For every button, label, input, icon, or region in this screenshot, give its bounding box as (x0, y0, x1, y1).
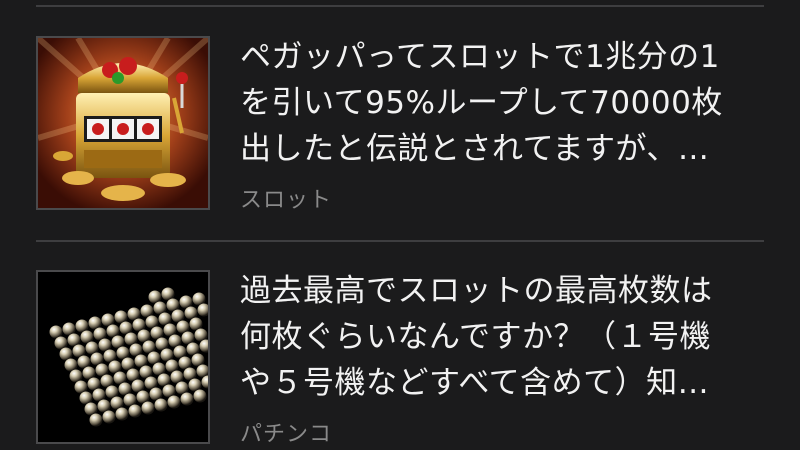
pachinko-ball (154, 398, 168, 412)
pachinko-ball (128, 404, 142, 418)
title-line: や５号機などすべて含めて）知… (240, 365, 710, 401)
title-line: ペガッパってスロットで1兆分の1 (240, 39, 720, 75)
pachinko-ball (141, 401, 155, 415)
title-line: 出したと伝説とされてますが、… (240, 131, 710, 167)
pachinko-balls-icon (38, 272, 208, 442)
pachinko-ball (89, 413, 103, 427)
pachinko-ball (180, 392, 194, 406)
pachinko-balls-image[interactable] (36, 270, 210, 444)
feed-item[interactable]: ペガッパってスロットで1兆分の1 を引いて95%ループして70000枚 出したと… (36, 34, 764, 213)
pachinko-ball (115, 407, 129, 421)
title-line: を引いて95%ループして70000枚 (240, 85, 723, 121)
category-label[interactable]: パチンコ (240, 416, 332, 448)
divider (36, 5, 764, 7)
category-label[interactable]: スロット (240, 182, 332, 214)
question-title[interactable]: ペガッパってスロットで1兆分の1 を引いて95%ループして70000枚 出したと… (240, 34, 760, 172)
slot-machine-icon (38, 38, 208, 208)
pachinko-ball (167, 395, 181, 409)
question-feed: ペガッパってスロットで1兆分の1 を引いて95%ループして70000枚 出したと… (0, 0, 800, 450)
slot-machine-image[interactable] (36, 36, 210, 210)
title-line: 何枚ぐらいなんですか？（１号機 (240, 319, 711, 355)
feed-item[interactable]: 過去最高でスロットの最高枚数は 何枚ぐらいなんですか？（１号機 や５号機などすべ… (36, 268, 764, 447)
title-line: 過去最高でスロットの最高枚数は (240, 273, 713, 309)
divider (36, 240, 764, 242)
pachinko-ball (102, 410, 116, 424)
pachinko-ball (193, 389, 207, 403)
question-title[interactable]: 過去最高でスロットの最高枚数は 何枚ぐらいなんですか？（１号機 や５号機などすべ… (240, 268, 760, 406)
